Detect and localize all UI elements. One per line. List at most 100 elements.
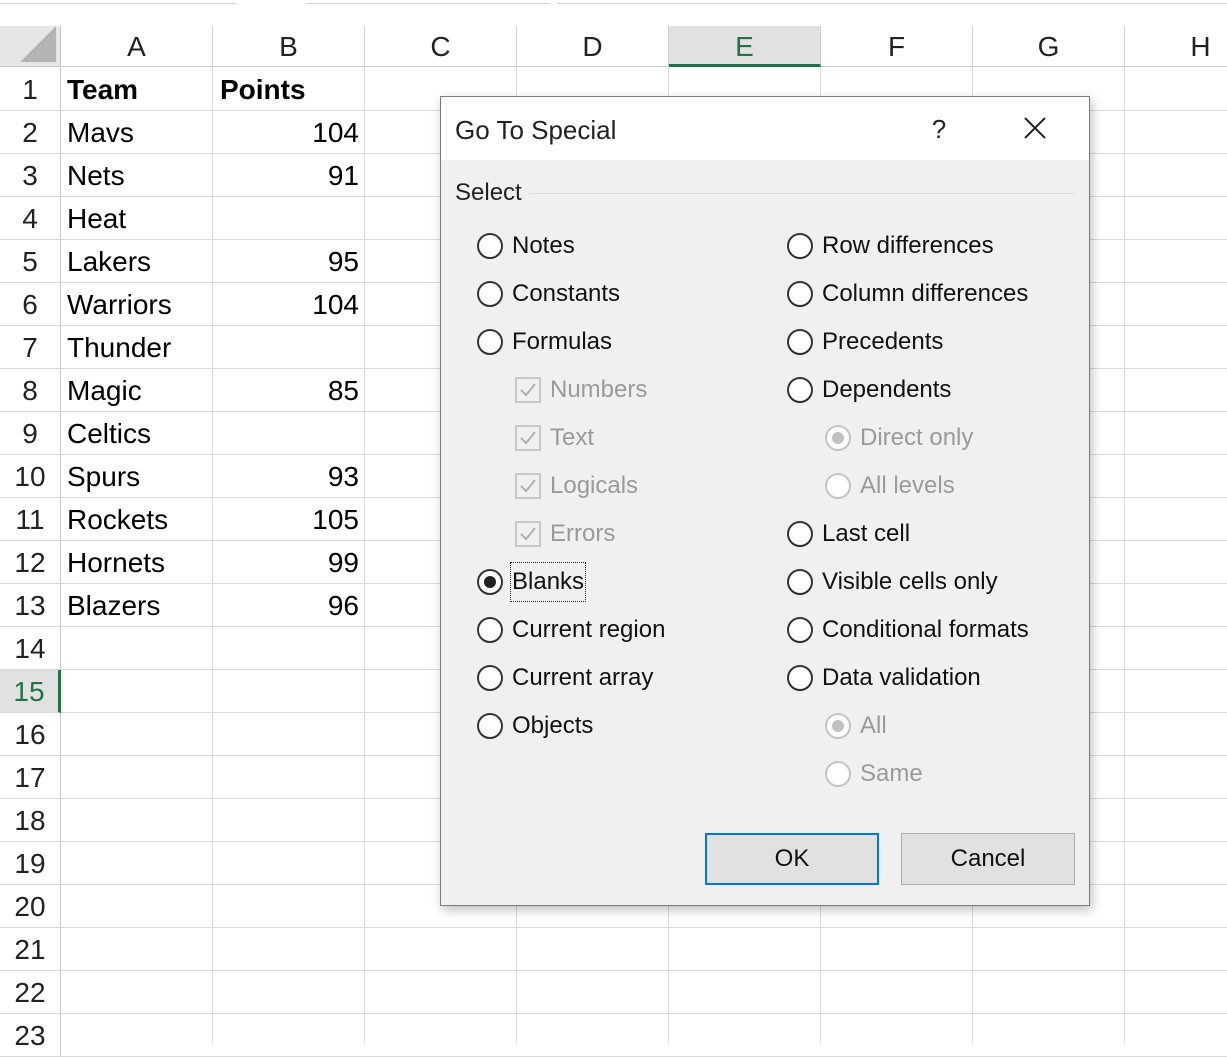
option-label: Column differences [822,280,1029,307]
close-button[interactable] [1013,107,1057,151]
toolbar-segment [306,0,550,4]
radio-dependents[interactable]: Dependents [787,372,1077,408]
cell-b7[interactable] [214,326,359,368]
option-label: Blanks [509,562,587,602]
checkmark-icon [515,425,541,451]
row-header-3[interactable]: 3 [0,154,61,197]
option-label: Current region [512,616,666,643]
cell-b4[interactable] [214,197,359,239]
row-header-8[interactable]: 8 [0,369,61,412]
radio-column-differences[interactable]: Column differences [787,276,1077,312]
group-divider [529,193,1075,194]
select-all-button[interactable] [0,26,61,67]
radio-visible-cells-only[interactable]: Visible cells only [787,564,1077,600]
radio-conditional-formats[interactable]: Conditional formats [787,612,1077,648]
radio-precedents[interactable]: Precedents [787,324,1077,360]
row-header-23[interactable]: 23 [0,1014,61,1057]
radio-objects[interactable]: Objects [477,708,767,744]
cell-b3[interactable]: 91 [214,154,359,196]
radio-circle-icon [787,233,813,259]
cell-a9[interactable]: Celtics [67,412,207,454]
radio-blanks[interactable]: Blanks [477,562,767,602]
row-header-20[interactable]: 20 [0,885,61,928]
radio-row-differences[interactable]: Row differences [787,228,1077,264]
cell-b2[interactable]: 104 [214,111,359,153]
cell-b6[interactable]: 104 [214,283,359,325]
cell-a7[interactable]: Thunder [67,326,207,368]
cell-a12[interactable]: Hornets [67,541,207,583]
row-header-18[interactable]: 18 [0,799,61,842]
select-group-label: Select [455,179,522,206]
column-header-e[interactable]: E [669,26,821,67]
radio-constants[interactable]: Constants [477,276,767,312]
column-header-d[interactable]: D [517,26,669,67]
radio-formulas[interactable]: Formulas [477,324,767,360]
cell-b10[interactable]: 93 [214,455,359,497]
radio-all-levels: All levels [825,468,1115,504]
row-header-9[interactable]: 9 [0,412,61,455]
cell-a11[interactable]: Rockets [67,498,207,540]
row-header-17[interactable]: 17 [0,756,61,799]
column-header-g[interactable]: G [973,26,1125,67]
radio-last-cell[interactable]: Last cell [787,516,1077,552]
cell-a5[interactable]: Lakers [67,240,207,282]
ok-button[interactable]: OK [705,833,879,885]
cell-b1[interactable]: Points [220,68,365,110]
cell-a13[interactable]: Blazers [67,584,207,626]
radio-direct-only: Direct only [825,420,1115,456]
row-header-12[interactable]: 12 [0,541,61,584]
cell-b13[interactable]: 96 [214,584,359,626]
radio-circle-icon [787,329,813,355]
row-header-5[interactable]: 5 [0,240,61,283]
column-header-f[interactable]: F [821,26,973,67]
cell-a1[interactable]: Team [67,68,207,110]
column-header-a[interactable]: A [61,26,213,67]
option-label: Conditional formats [822,616,1029,643]
row-header-11[interactable]: 11 [0,498,61,541]
option-label: Constants [512,280,621,307]
radio-current-array[interactable]: Current array [477,660,767,696]
option-label: Same [860,760,923,787]
cell-b5[interactable]: 95 [214,240,359,282]
column-header-c[interactable]: C [365,26,517,67]
radio-data-validation[interactable]: Data validation [787,660,1077,696]
cell-a8[interactable]: Magic [67,369,207,411]
row-header-4[interactable]: 4 [0,197,61,240]
radio-circle-icon [787,617,813,643]
row-header-1[interactable]: 1 [0,68,61,111]
option-label: All [860,712,887,739]
cell-a2[interactable]: Mavs [67,111,207,153]
row-header-10[interactable]: 10 [0,455,61,498]
row-header-16[interactable]: 16 [0,713,61,756]
option-label: Numbers [550,376,648,403]
cell-b9[interactable] [214,412,359,454]
cell-a10[interactable]: Spurs [67,455,207,497]
row-header-19[interactable]: 19 [0,842,61,885]
cell-b8[interactable]: 85 [214,369,359,411]
row-header-2[interactable]: 2 [0,111,61,154]
cell-b12[interactable]: 99 [214,541,359,583]
radio-current-region[interactable]: Current region [477,612,767,648]
row-header-15[interactable]: 15 [0,670,61,713]
row-header-6[interactable]: 6 [0,283,61,326]
help-button[interactable]: ? [919,107,959,151]
cell-a3[interactable]: Nets [67,154,207,196]
dialog-title: Go To Special [455,115,617,145]
radio-circle-icon [825,425,851,451]
cell-a4[interactable]: Heat [67,197,207,239]
row-header-7[interactable]: 7 [0,326,61,369]
radio-all: All [825,708,1115,744]
column-header-b[interactable]: B [213,26,365,67]
row-header-21[interactable]: 21 [0,928,61,971]
cancel-button[interactable]: Cancel [901,833,1075,885]
radio-notes[interactable]: Notes [477,228,767,264]
toolbar-segment [0,0,237,4]
row-header-14[interactable]: 14 [0,627,61,670]
row-header-22[interactable]: 22 [0,971,61,1014]
option-label: Data validation [822,664,981,691]
cell-b11[interactable]: 105 [214,498,359,540]
row-header-13[interactable]: 13 [0,584,61,627]
cell-a6[interactable]: Warriors [67,283,207,325]
column-header-h[interactable]: H [1125,26,1227,67]
grid-column-line [212,67,213,1043]
